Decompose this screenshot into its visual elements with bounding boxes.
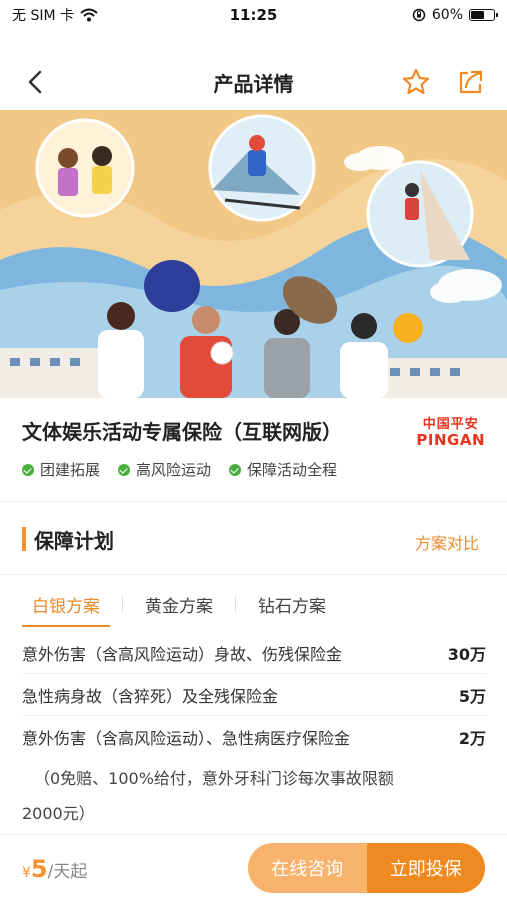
coverage-note-continued: 2000元）: [22, 804, 95, 823]
coverage-amount: 30万: [447, 644, 486, 664]
status-left: 无 SIM 卡: [12, 5, 98, 25]
section-accent-bar: [22, 527, 26, 551]
online-consult-button[interactable]: 在线咨询: [248, 843, 367, 893]
tab-diamond[interactable]: 钻石方案: [248, 588, 336, 617]
status-right: 60%: [412, 7, 498, 23]
coverage-note: （0免赔、100%给付，意外牙科门诊每次事故限额: [34, 769, 394, 788]
product-tags: 团建拓展 高风险运动 保障活动全程: [22, 459, 485, 480]
check-icon: [118, 463, 131, 476]
coverage-list: 意外伤害（含高风险运动）身故、伤残保险金 30万 急性病身故（含猝死）及全残保险…: [22, 632, 486, 832]
tab-gold[interactable]: 黄金方案: [135, 588, 223, 617]
brand-cn: 中国平安: [422, 417, 479, 432]
plan-tabs: 白银方案 黄金方案 钻石方案: [22, 588, 336, 627]
coverage-amount: 2万: [458, 729, 486, 748]
carrier-label: 无 SIM 卡: [12, 8, 74, 24]
coverage-label: 意外伤害（含高风险运动）、急性病医疗保险金: [22, 729, 351, 748]
coverage-amount: 5万: [458, 686, 486, 706]
tag-item: 高风险运动: [118, 459, 211, 480]
nav-bar: 产品详情: [0, 56, 507, 108]
page-title: 产品详情: [213, 71, 294, 96]
section-title: 保障计划: [34, 529, 114, 553]
product-banner: [0, 110, 507, 398]
tab-divider: [122, 596, 123, 612]
price-display: ¥5/天起: [22, 855, 87, 883]
tag-label: 团建拓展: [40, 461, 101, 479]
banner-illustration: [0, 110, 507, 398]
favorite-star-icon[interactable]: [401, 67, 431, 97]
coverage-row: 意外伤害（含高风险运动）、急性病医疗保险金 2万: [22, 716, 486, 758]
tag-item: 保障活动全程: [229, 459, 337, 480]
coverage-label: 急性病身故（含猝死）及全残保险金: [22, 686, 279, 706]
tag-label: 保障活动全程: [247, 461, 338, 479]
battery-icon: [469, 9, 498, 21]
share-icon[interactable]: [455, 67, 485, 97]
price-unit: /天起: [47, 862, 88, 882]
status-bar: 无 SIM 卡 11:25 60%: [0, 0, 507, 30]
back-icon[interactable]: [22, 68, 50, 96]
plan-section-header: 保障计划 方案对比: [0, 503, 507, 575]
brand-en: PINGAN: [416, 431, 485, 449]
buy-now-button[interactable]: 立即投保: [366, 843, 485, 893]
tag-label: 高风险运动: [136, 461, 212, 479]
tab-silver[interactable]: 白银方案: [22, 588, 110, 627]
coverage-row: 意外伤害（含高风险运动）身故、伤残保险金 30万: [22, 632, 486, 674]
product-header: 文体娱乐活动专属保险（互联网版） 中国平安 PINGAN 团建拓展 高风险运动 …: [0, 398, 507, 502]
coverage-row: 急性病身故（含猝死）及全残保险金 5万: [22, 674, 486, 716]
coverage-label: 意外伤害（含高风险运动）身故、伤残保险金: [22, 644, 343, 664]
check-icon: [229, 463, 242, 476]
tag-item: 团建拓展: [22, 459, 100, 480]
action-buttons: 在线咨询 立即投保: [248, 843, 485, 893]
battery-percent: 60%: [431, 7, 463, 23]
check-icon: [22, 463, 34, 476]
pingan-logo: 中国平安 PINGAN: [416, 418, 485, 448]
wifi-icon: [80, 8, 98, 22]
tab-divider: [235, 596, 236, 612]
price-value: 5: [30, 855, 48, 883]
rotation-lock-icon: [412, 8, 426, 22]
currency-symbol: ¥: [22, 865, 31, 881]
compare-plans-link[interactable]: 方案对比: [415, 530, 479, 554]
bottom-action-bar: ¥5/天起 在线咨询 立即投保: [0, 834, 507, 900]
